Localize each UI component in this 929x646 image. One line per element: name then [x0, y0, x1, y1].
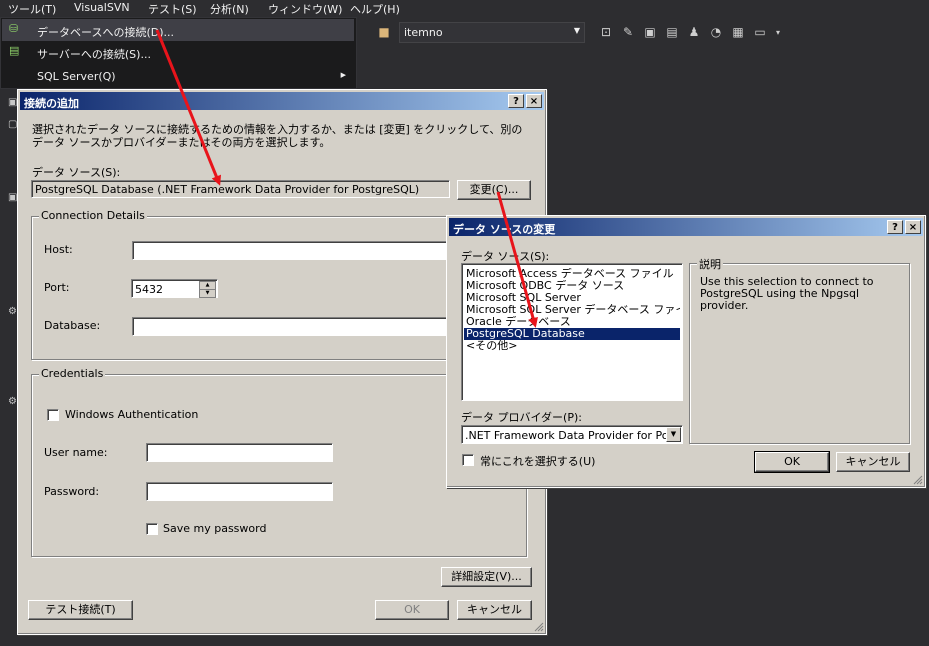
help-button[interactable]: ?: [887, 220, 903, 234]
list-item[interactable]: <その他>: [464, 340, 680, 352]
menu-item-label: サーバーへの接続(S)...: [37, 48, 151, 61]
database-input[interactable]: [132, 317, 462, 336]
change-button[interactable]: 変更(C)...: [457, 180, 531, 200]
help-button[interactable]: ?: [508, 94, 524, 108]
change-datasource-dialog: データ ソースの変更 ? × データ ソース(S): Microsoft Acc…: [446, 215, 926, 488]
users-icon[interactable]: ♟: [687, 26, 701, 39]
menu-tools[interactable]: ツール(T): [8, 1, 56, 17]
folder-icon[interactable]: ■: [377, 26, 391, 39]
list-item[interactable]: Microsoft ODBC データ ソース: [464, 280, 680, 292]
username-input[interactable]: [146, 443, 333, 462]
menu-item-sql-server[interactable]: SQL Server(Q) ▶: [2, 65, 354, 87]
chevron-down-icon[interactable]: ▼: [666, 427, 681, 442]
ok-button[interactable]: OK: [754, 451, 830, 473]
close-button[interactable]: ×: [526, 94, 542, 108]
cancel-button[interactable]: キャンセル: [836, 452, 910, 472]
menu-help[interactable]: ヘルプ(H): [350, 1, 400, 17]
list-item[interactable]: Oracle データベース: [464, 316, 680, 328]
advanced-button[interactable]: 詳細設定(V)...: [441, 567, 532, 587]
menu-item-connect-server[interactable]: ▤ サーバーへの接続(S)...: [2, 41, 354, 63]
host-input[interactable]: [132, 241, 462, 260]
cancel-button[interactable]: キャンセル: [457, 600, 532, 620]
toolbox-icon[interactable]: ▤: [665, 26, 679, 39]
spin-down-icon[interactable]: ▼: [199, 289, 216, 298]
dialog-title: データ ソースの変更: [453, 223, 556, 236]
menu-visualsvn[interactable]: VisualSVN: [74, 1, 130, 14]
test-connection-button[interactable]: テスト接続(T): [28, 600, 133, 620]
datasource-list[interactable]: Microsoft Access データベース ファイル Microsoft OD…: [461, 263, 683, 401]
menu-item-connect-database[interactable]: ⛁ データベースへの接続(D)...: [2, 19, 354, 41]
server-connect-icon: ▤: [9, 44, 20, 57]
provider-value: .NET Framework Data Provider for Pos: [465, 429, 675, 442]
chevron-down-icon: ▼: [573, 26, 580, 35]
provider-label: データ プロバイダー(P):: [461, 411, 582, 424]
close-button[interactable]: ×: [905, 220, 921, 234]
port-stepper[interactable]: 5432 ▲ ▼: [131, 279, 218, 298]
group-caption: Credentials: [39, 367, 106, 380]
submenu-arrow-icon: ▶: [340, 71, 346, 79]
provider-select[interactable]: .NET Framework Data Provider for Pos ▼: [461, 425, 683, 444]
port-value: 5432: [135, 283, 163, 296]
object-combo[interactable]: itemno ▼: [399, 22, 585, 43]
console-icon[interactable]: ▭: [753, 26, 767, 39]
menu-analyze[interactable]: 分析(N): [210, 1, 249, 17]
menu-item-label: SQL Server(Q): [37, 70, 116, 83]
object-combo-value: itemno: [404, 26, 443, 39]
save-password-label: Save my password: [163, 522, 267, 535]
save-password-checkbox[interactable]: [146, 523, 158, 535]
port-label: Port:: [44, 281, 70, 294]
password-input[interactable]: [146, 482, 333, 501]
dialog-title: 接続の追加: [24, 97, 79, 110]
menu-window[interactable]: ウィンドウ(W): [268, 1, 342, 17]
description-text: Use this selection to connect to Postgre…: [700, 275, 874, 312]
ok-button[interactable]: OK: [375, 600, 449, 620]
windows-auth-label: Windows Authentication: [65, 408, 199, 421]
datasource-label: データ ソース(S):: [461, 250, 550, 263]
datasource-value: PostgreSQL Database (.NET Framework Data…: [35, 183, 420, 196]
database-label: Database:: [44, 319, 101, 332]
dialog-description: 選択されたデータ ソースに接続するための情報を入力するか、または [変更] をク…: [32, 123, 523, 149]
resize-grip-icon[interactable]: [911, 473, 923, 485]
resize-grip-icon[interactable]: [532, 620, 544, 632]
vs-icon[interactable]: ⊡: [599, 26, 613, 39]
always-select-label: 常にこれを選択する(U): [480, 455, 596, 468]
database-connect-icon: ⛁: [9, 22, 19, 35]
menu-item-label: データベースへの接続(D)...: [37, 26, 174, 39]
dialog-titlebar: データ ソースの変更 ? ×: [449, 218, 923, 236]
username-label: User name:: [44, 446, 108, 459]
list-item[interactable]: Microsoft SQL Server データベース ファイル: [464, 304, 680, 316]
list-item[interactable]: Microsoft Access データベース ファイル: [464, 268, 680, 280]
list-item[interactable]: Microsoft SQL Server: [464, 292, 680, 304]
tools-dropdown-menu: ⛁ データベースへの接続(D)... ▤ サーバーへの接続(S)... SQL …: [0, 17, 357, 89]
description-group: 説明 Use this selection to connect to Post…: [689, 256, 910, 444]
overflow-icon[interactable]: ▾: [771, 26, 785, 39]
toolbar: ■ itemno ▼ ⊡ ✎ ▣ ▤ ♟ ◔ ▦ ▭ ▾: [355, 17, 929, 47]
password-label: Password:: [44, 485, 100, 498]
layout-icon[interactable]: ▦: [731, 26, 745, 39]
windows-auth-checkbox[interactable]: [47, 409, 59, 421]
group-caption: Connection Details: [39, 209, 147, 222]
datasource-label: データ ソース(S):: [32, 166, 121, 179]
datasource-field: PostgreSQL Database (.NET Framework Data…: [31, 180, 450, 198]
list-item[interactable]: PostgreSQL Database: [464, 328, 680, 340]
group-caption: 説明: [697, 256, 723, 272]
performance-icon[interactable]: ◔: [709, 26, 723, 39]
wrench-icon[interactable]: ✎: [621, 26, 635, 39]
window-icon[interactable]: ▣: [643, 26, 657, 39]
host-label: Host:: [44, 243, 73, 256]
menu-test[interactable]: テスト(S): [148, 1, 197, 17]
always-select-checkbox[interactable]: [462, 454, 474, 466]
dialog-titlebar: 接続の追加 ? ×: [20, 92, 544, 110]
menu-bar: ツール(T) VisualSVN テスト(S) 分析(N) ウィンドウ(W) ヘ…: [0, 0, 929, 17]
